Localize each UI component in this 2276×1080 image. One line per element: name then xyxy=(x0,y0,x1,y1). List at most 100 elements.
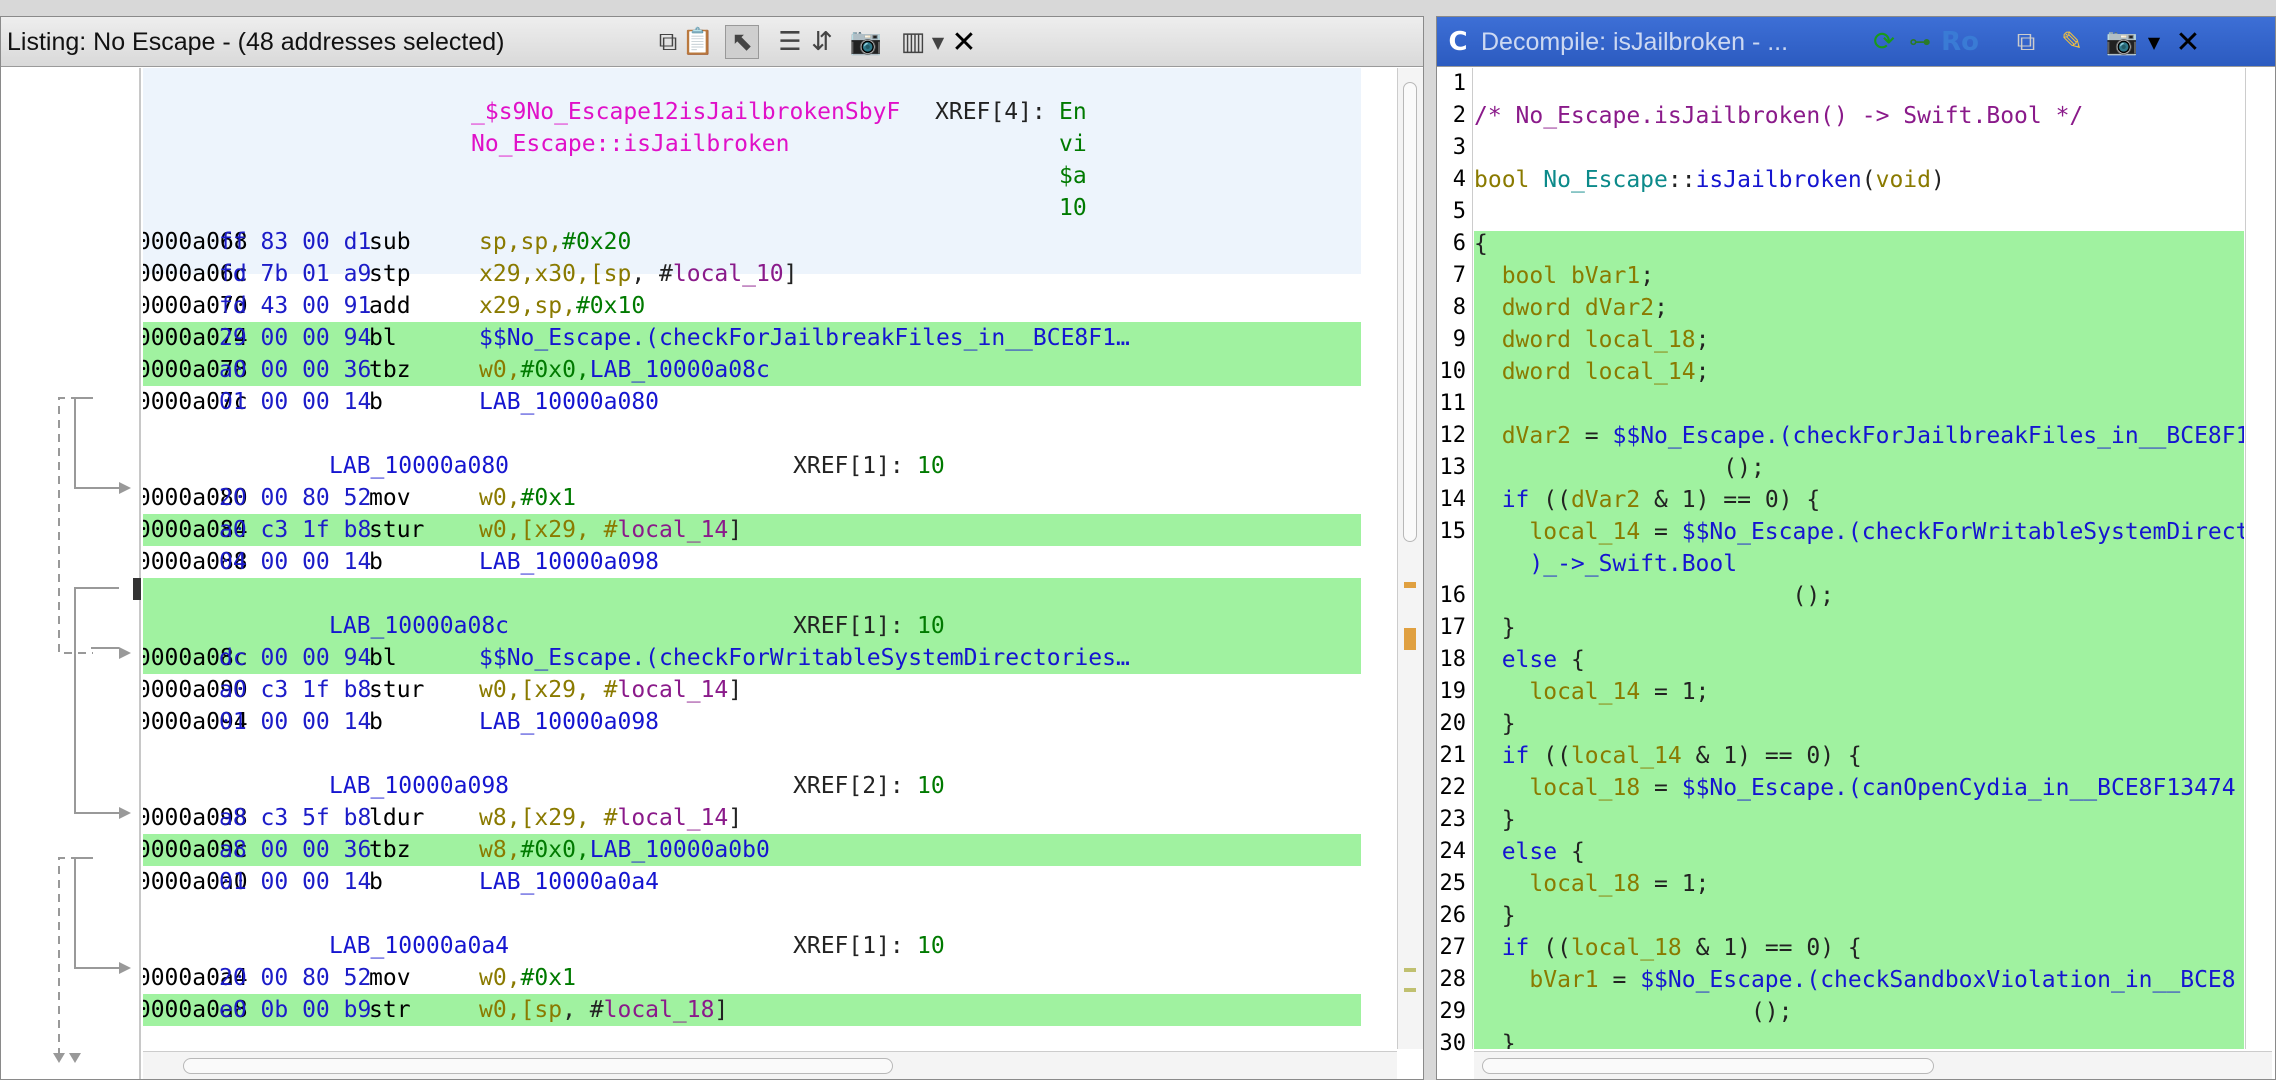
instruction-operands[interactable]: w0,#0x1 xyxy=(479,482,576,514)
code-token[interactable] xyxy=(1474,423,1502,449)
code-token[interactable]: = xyxy=(1640,775,1682,801)
code-token[interactable]: /* No_Escape.isJailbroken() -> Swift.Boo… xyxy=(1474,103,2083,129)
code-token[interactable]: :: xyxy=(1668,167,1696,193)
code-token[interactable]: bool xyxy=(1502,263,1557,289)
code-token[interactable] xyxy=(1474,935,1502,961)
instruction-mnemonic[interactable]: tbz xyxy=(369,354,411,386)
instruction-bytes[interactable]: ff 83 00 d1 xyxy=(219,226,371,258)
instruction-row[interactable]: 10000a070fd 43 00 91addx29,sp,#0x10 xyxy=(143,290,1361,322)
operand-token[interactable]: x29,sp, xyxy=(479,293,576,319)
instruction-bytes[interactable]: 29 00 00 94 xyxy=(219,322,371,354)
instruction-bytes[interactable]: fd 43 00 91 xyxy=(219,290,371,322)
instruction-bytes[interactable]: 01 00 00 14 xyxy=(219,386,371,418)
code-token[interactable] xyxy=(1474,551,1529,577)
instruction-mnemonic[interactable]: tbz xyxy=(369,834,411,866)
operand-token[interactable]: LAB_10000a0a4 xyxy=(479,869,659,895)
function-xref[interactable]: XREF[4]: xyxy=(935,96,1046,128)
graph-icon[interactable]: ⊶ xyxy=(1903,25,1937,59)
instruction-bytes[interactable]: 01 00 00 14 xyxy=(219,706,371,738)
code-token[interactable] xyxy=(1474,647,1502,673)
decompile-line[interactable]: if ((local_14 & 1) == 0) { xyxy=(1474,740,2244,772)
instruction-row[interactable]: 10000a07429 00 00 94bl$$No_Escape.(check… xyxy=(143,322,1361,354)
code-token[interactable]: bVar1 xyxy=(1529,967,1598,993)
decompile-line[interactable] xyxy=(1474,68,2244,100)
code-token[interactable]: local_18 xyxy=(1529,871,1640,897)
instruction-operands[interactable]: w8,[x29, #local_14] xyxy=(479,802,742,834)
operand-token[interactable]: $$No_Escape.(checkForJailbreakFiles_in__… xyxy=(479,325,1130,351)
instruction-bytes[interactable]: dc 00 00 94 xyxy=(219,642,371,674)
code-token[interactable] xyxy=(1474,295,1502,321)
listing-vscrollbar[interactable] xyxy=(1397,68,1423,1049)
code-token[interactable]: (); xyxy=(1474,999,1793,1025)
instruction-operands[interactable]: w0,#0x1 xyxy=(479,962,576,994)
label-xref[interactable]: XREF[1]: xyxy=(793,610,904,642)
code-token[interactable]: { xyxy=(1557,647,1585,673)
code-token[interactable] xyxy=(1474,487,1502,513)
code-token[interactable]: (( xyxy=(1529,935,1571,961)
code-token[interactable]: bool xyxy=(1474,167,1529,193)
code-token[interactable]: = 1; xyxy=(1640,679,1709,705)
decompile-hscroll-thumb[interactable] xyxy=(1482,1058,1934,1074)
operand-token[interactable]: w0, xyxy=(479,357,521,383)
decompile-line[interactable] xyxy=(1474,388,2244,420)
code-token[interactable]: dVar2 xyxy=(1502,423,1571,449)
instruction-bytes[interactable]: a8 00 00 36 xyxy=(219,834,371,866)
code-token[interactable]: dVar2 xyxy=(1571,487,1640,513)
code-token[interactable]: (); xyxy=(1474,455,1765,481)
instruction-operands[interactable]: $$No_Escape.(checkForJailbreakFiles_in__… xyxy=(479,322,1130,354)
decompile-line[interactable]: (); xyxy=(1474,580,2244,612)
operand-token[interactable]: #0x1 xyxy=(521,485,576,511)
function-demangled-name[interactable]: No_Escape::isJailbroken xyxy=(471,128,790,160)
code-token[interactable]: & 1) == 0) { xyxy=(1640,487,1820,513)
listing-scroll-thumb[interactable] xyxy=(1403,82,1417,542)
decompile-line[interactable]: } xyxy=(1474,900,2244,932)
instruction-mnemonic[interactable]: ldur xyxy=(369,802,424,834)
instruction-operands[interactable]: LAB_10000a0a4 xyxy=(479,866,659,898)
operand-token[interactable]: local_10 xyxy=(673,261,784,287)
code-token[interactable]: (( xyxy=(1529,743,1571,769)
code-token[interactable]: local_18 xyxy=(1529,775,1640,801)
code-token[interactable]: dword xyxy=(1502,359,1571,385)
close-icon[interactable]: ✕ xyxy=(2171,25,2205,60)
copy-icon[interactable]: ⧉ xyxy=(2009,25,2043,59)
code-token[interactable]: local_14 xyxy=(1529,519,1640,545)
operand-token[interactable]: w0,[x29, # xyxy=(479,677,617,703)
operand-token[interactable]: #0x20 xyxy=(562,229,631,255)
instruction-bytes[interactable]: a0 00 00 36 xyxy=(219,354,371,386)
instruction-bytes[interactable]: a0 c3 1f b8 xyxy=(219,674,371,706)
code-token[interactable] xyxy=(1474,839,1502,865)
decompile-line[interactable] xyxy=(1474,196,2244,228)
code-token[interactable]: dword xyxy=(1502,327,1571,353)
instruction-mnemonic[interactable]: b xyxy=(369,386,383,418)
instruction-row[interactable]: 10000a06cfd 7b 01 a9stpx29,x30,[sp, #loc… xyxy=(143,258,1361,290)
instruction-bytes[interactable]: 01 00 00 14 xyxy=(219,866,371,898)
operand-token[interactable]: w0, xyxy=(479,485,521,511)
instruction-row[interactable]: 10000a08020 00 80 52movw0,#0x1 xyxy=(143,482,1361,514)
code-token[interactable] xyxy=(1571,359,1585,385)
listing-code-area[interactable]: _$s9No_Escape12isJailbrokenSbyF No_Escap… xyxy=(143,68,1361,1049)
code-token[interactable]: isJailbroken xyxy=(1696,167,1862,193)
decompile-line[interactable]: } xyxy=(1474,708,2244,740)
operand-token[interactable]: ] xyxy=(714,997,728,1023)
operand-token[interactable]: LAB_10000a080 xyxy=(479,389,659,415)
code-token[interactable]: local_14 xyxy=(1571,743,1682,769)
code-token[interactable]: (( xyxy=(1529,487,1571,513)
decompile-toolbar-text[interactable]: Ro xyxy=(1941,25,1979,59)
code-token[interactable]: else xyxy=(1502,839,1557,865)
decompile-line[interactable]: if ((local_18 & 1) == 0) { xyxy=(1474,932,2244,964)
code-token[interactable]: dVar2 xyxy=(1585,295,1654,321)
instruction-operands[interactable]: w8,#0x0,LAB_10000a0b0 xyxy=(479,834,770,866)
instruction-bytes[interactable]: 20 00 80 52 xyxy=(219,962,371,994)
instruction-operands[interactable]: $$No_Escape.(checkForWritableSystemDirec… xyxy=(479,642,1130,674)
decompile-line[interactable]: dword local_14; xyxy=(1474,356,2244,388)
code-token[interactable] xyxy=(1571,327,1585,353)
field-editor-icon[interactable]: ☰ xyxy=(773,25,807,59)
code-token[interactable] xyxy=(1474,743,1502,769)
operand-token[interactable]: local_14 xyxy=(617,517,728,543)
cursor-select-icon[interactable]: ⬉ xyxy=(725,25,759,59)
label-row[interactable]: LAB_10000a098 XREF[2]: 10 xyxy=(143,770,1361,802)
operand-token[interactable]: LAB_10000a098 xyxy=(479,709,659,735)
instruction-bytes[interactable]: e0 0b 00 b9 xyxy=(219,994,371,1026)
instruction-operands[interactable]: LAB_10000a080 xyxy=(479,386,659,418)
operand-token[interactable]: ] xyxy=(728,805,742,831)
